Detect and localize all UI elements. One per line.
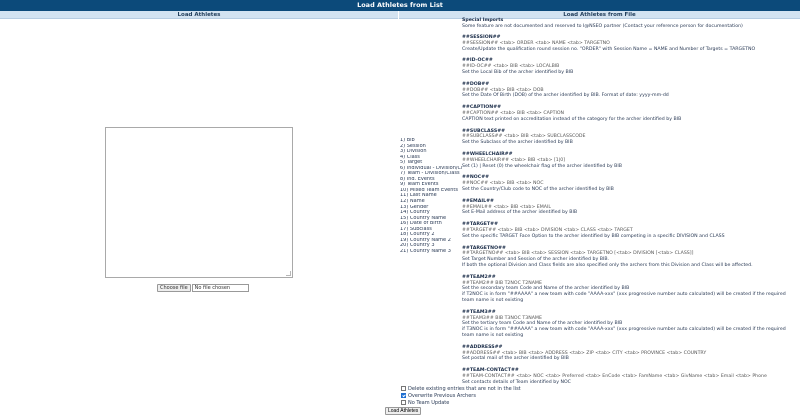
docs-section-line: Set the Subclass of the archer identifie… bbox=[462, 140, 573, 146]
docs-section-line: Set postal mail of the archer identified… bbox=[462, 356, 569, 362]
docs-section: ##DOB## ##DOB## <tab> BIB <tab> DOB Set th… bbox=[462, 82, 798, 99]
option-checkbox[interactable] bbox=[401, 400, 406, 405]
docs-section: ##TEAM2## ##TEAM2## BIB T2NOC T2NAME Set t… bbox=[462, 275, 798, 304]
window-title: Load Athletes from List bbox=[0, 0, 800, 11]
docs-section: ##ADDRESS## ##ADDRESS## <tab> BIB <tab> A… bbox=[462, 345, 798, 362]
docs-section: ##TARGET## ##TARGET## <tab> BIB <tab> DIV… bbox=[462, 222, 798, 239]
field-list-item: 21) Country Name 3 bbox=[400, 248, 451, 254]
docs-section-line: if T2NOC is in form "##AAAA" a new team … bbox=[462, 292, 786, 303]
docs-section: ##CAPTION## ##CAPTION## <tab> BIB <tab> C… bbox=[462, 105, 798, 122]
docs-section-line: if T3NOC is in form "##AAAA" a new team … bbox=[462, 327, 786, 338]
load-athletes-button[interactable]: Load Athletes bbox=[385, 407, 422, 415]
file-input: Choose file No file chosen bbox=[157, 284, 249, 292]
docs-section-line: Set the Date Of Birth (DOB) of the arche… bbox=[462, 93, 669, 99]
option-checkbox[interactable] bbox=[401, 393, 406, 398]
docs-section: ##TEAM-CONTACT## ##TEAM-CONTACT## <tab> N… bbox=[462, 368, 798, 385]
option-row[interactable]: No Team Update bbox=[401, 399, 521, 406]
docs-section-line: Set E-Mail address of the archer identif… bbox=[462, 210, 578, 216]
docs-section: ##WHEELCHAIR## ##WHEELCHAIR## <tab> BIB <… bbox=[462, 152, 798, 169]
left-column-header: Load Athletes bbox=[0, 11, 398, 19]
docs-section: ##EMAIL## ##EMAIL## <tab> BIB <tab> EMAIL… bbox=[462, 199, 798, 216]
athletes-list-textarea[interactable] bbox=[105, 127, 293, 278]
option-label: Delete existing entries that are not in … bbox=[408, 385, 521, 392]
option-row[interactable]: Overwrite Previous Archers bbox=[401, 392, 521, 399]
docs-section-line: CAPTION text printed on accreditation in… bbox=[462, 116, 682, 122]
file-status-text: No file chosen bbox=[191, 284, 249, 292]
docs-intro-line: Some feature are not documented and rese… bbox=[462, 23, 743, 29]
option-row[interactable]: Delete existing entries that are not in … bbox=[401, 385, 521, 392]
load-options: Delete existing entries that are not in … bbox=[401, 385, 521, 406]
docs-section: ##TARGETNO## ##TARGETNO## <tab> BIB <tab>… bbox=[462, 246, 798, 269]
docs-section: ##SESSION## ##SESSION## <tab> ORDER <tab>… bbox=[462, 35, 798, 52]
option-label: Overwrite Previous Archers bbox=[408, 392, 476, 399]
choose-file-button[interactable]: Choose file bbox=[157, 284, 191, 292]
option-label: No Team Update bbox=[408, 399, 450, 406]
option-checkbox[interactable] bbox=[401, 386, 406, 391]
docs-section-line: Set the Country/Club code to NOC of the … bbox=[462, 187, 614, 193]
docs-section-line: Set (1) | Reset (0) the wheelchair flag … bbox=[462, 163, 622, 169]
docs-section: ##SUBCLASS## ##SUBCLASS## <tab> BIB <tab>… bbox=[462, 129, 798, 146]
docs-section: ##NOC## ##NOC## <tab> BIB <tab> NOC Set th… bbox=[462, 175, 798, 192]
docs-section: ##ID-OC## ##ID-OC## <tab> BIB <tab> LOCAL… bbox=[462, 58, 798, 75]
docs-section: ##TEAM3## ##TEAM3## BIB T3NOC T3NAME Set t… bbox=[462, 310, 798, 339]
field-order-list: 1) Bib 2) Session 3) Division 4) Class 5) Ta… bbox=[400, 138, 462, 254]
docs-section-line: ##TEAM-CONTACT## <tab> NOC <tab> Preferr… bbox=[462, 373, 767, 379]
docs-intro: Special Imports Some feature are not docu… bbox=[462, 18, 798, 30]
docs-section-line: If both the optional Division and Class … bbox=[462, 263, 753, 268]
docs-section-line: Set the specific TARGET Face Option to t… bbox=[462, 233, 725, 239]
docs-section-line: Create/Update the qualification round se… bbox=[462, 46, 756, 52]
docs-section-line: Set the Local Bib of the archer identifi… bbox=[462, 70, 574, 76]
import-documentation: Special Imports Some feature are not docu… bbox=[462, 18, 798, 392]
resize-grip-icon[interactable] bbox=[286, 271, 291, 276]
